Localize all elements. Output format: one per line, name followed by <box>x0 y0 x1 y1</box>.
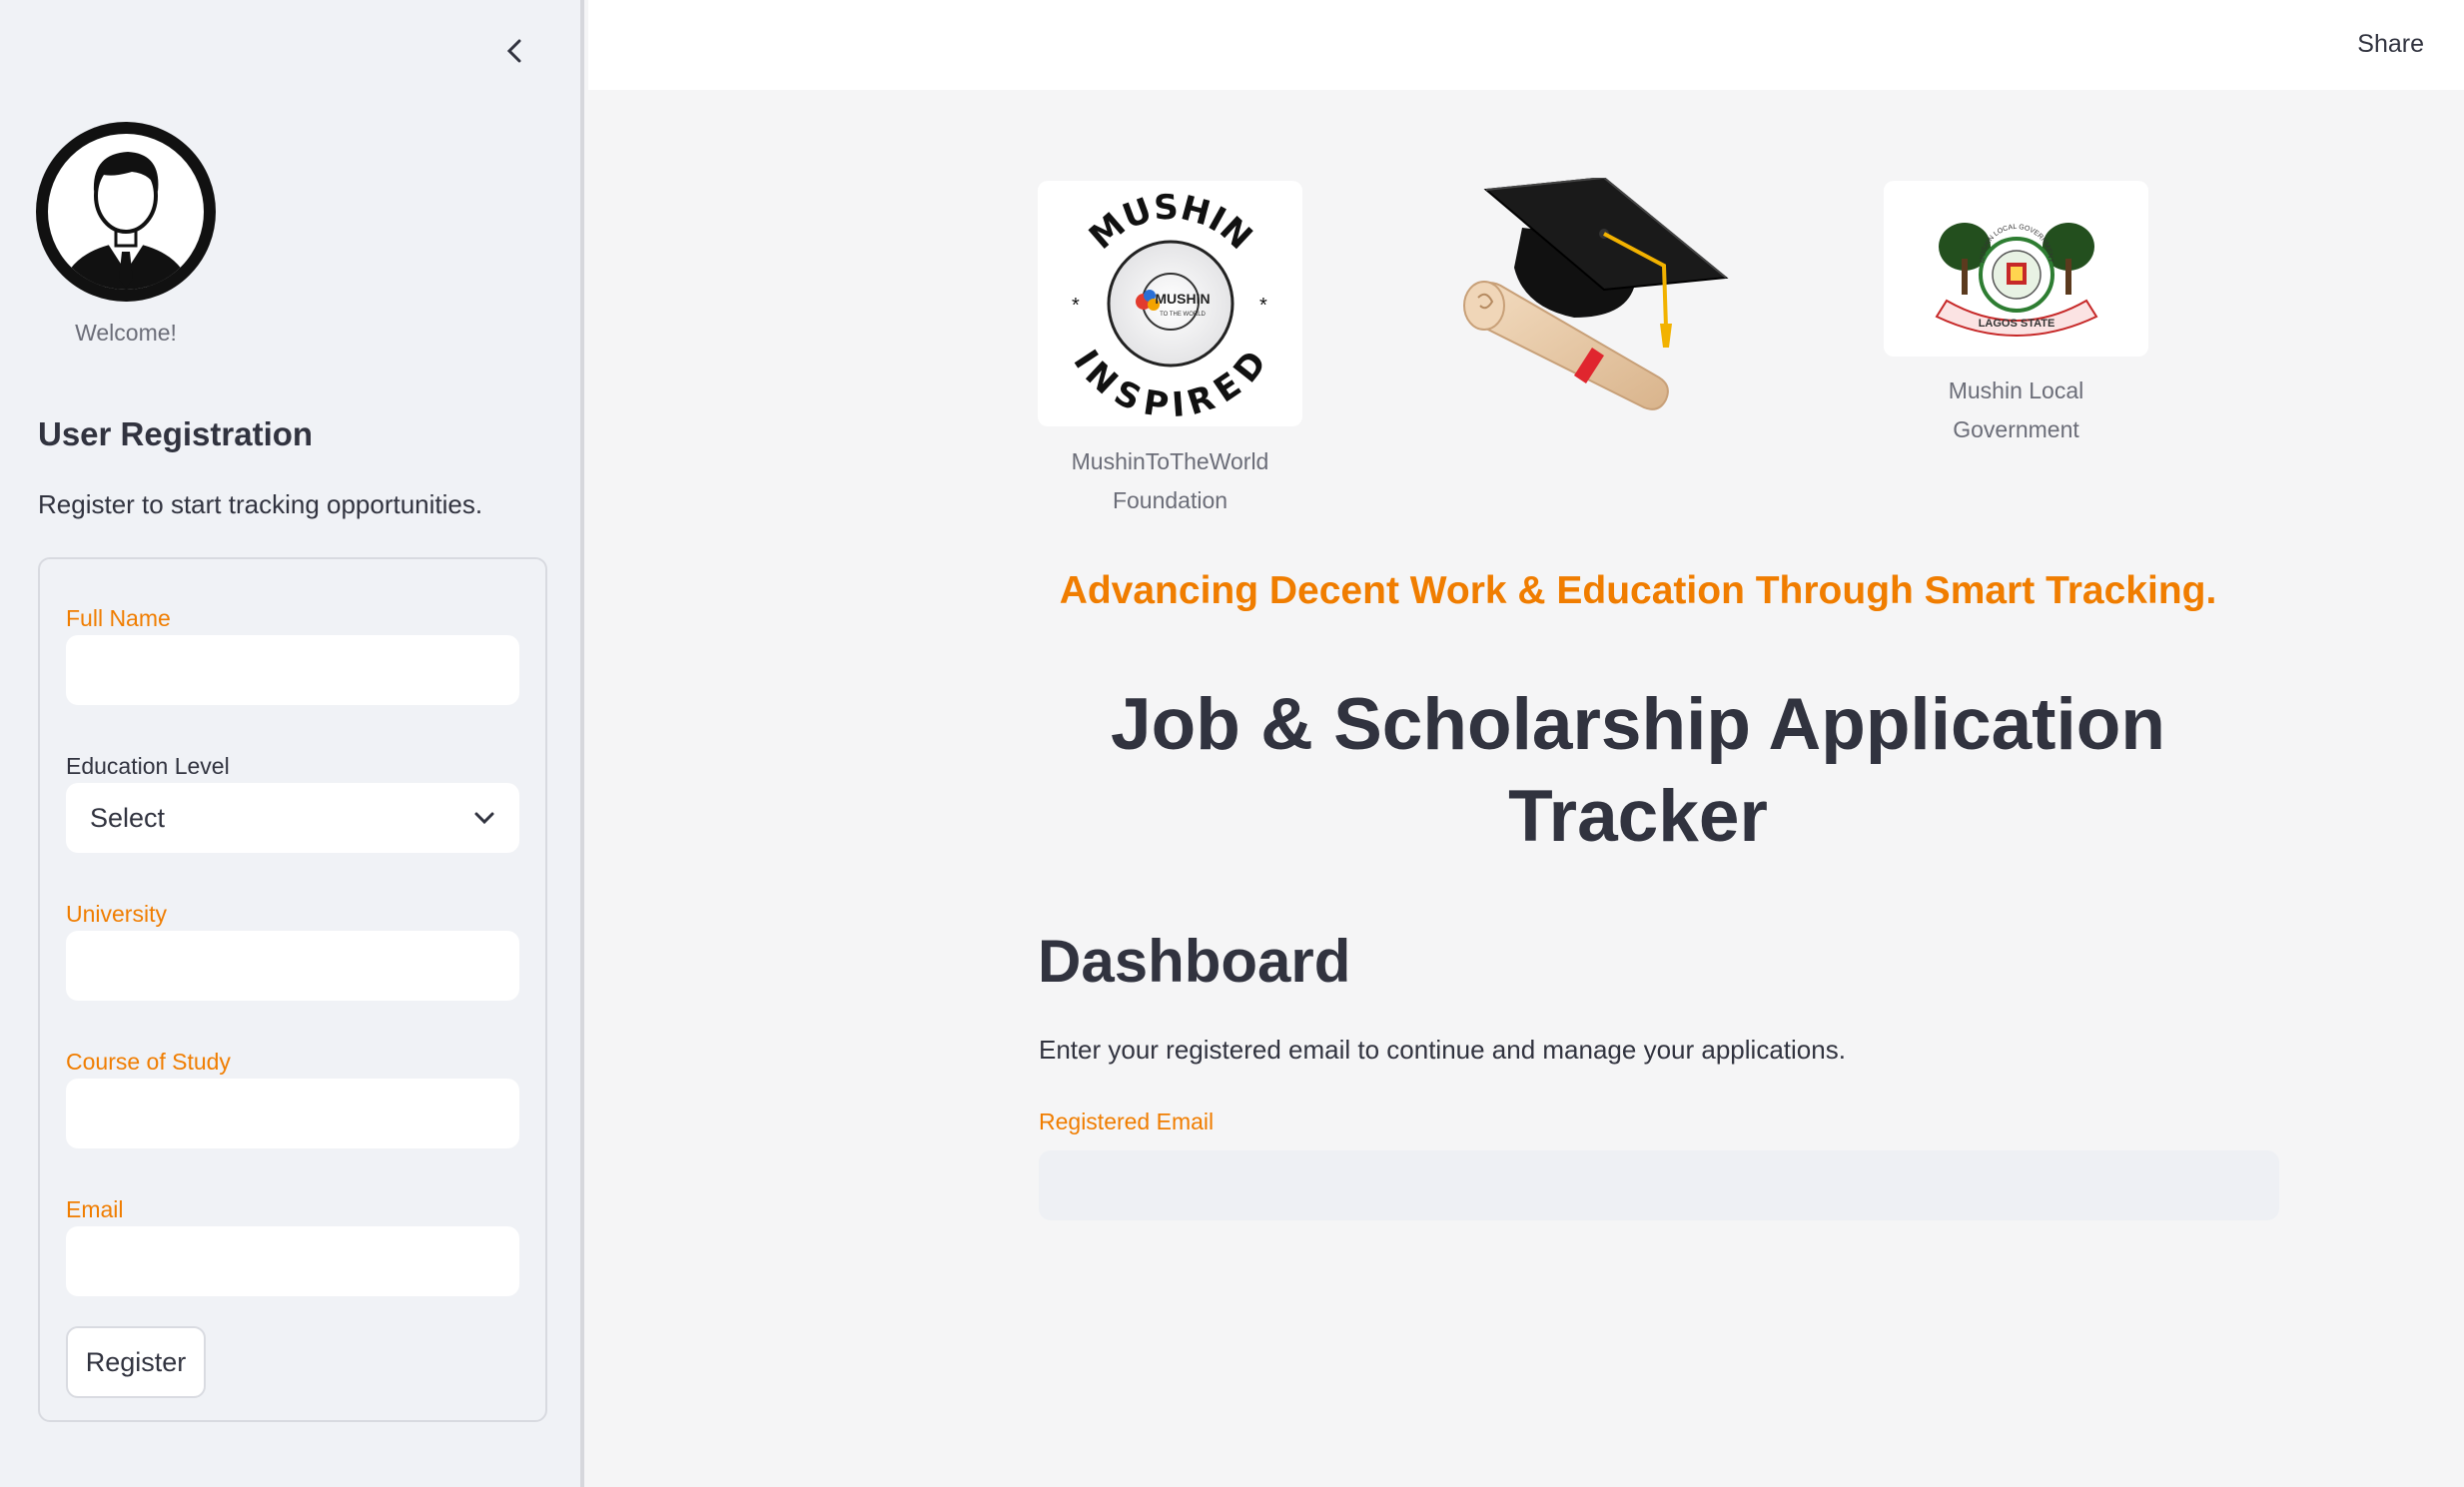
tagline: Advancing Decent Work & Education Throug… <box>1059 569 2217 612</box>
registered-email-input[interactable] <box>1039 1150 2279 1220</box>
full-name-label: Full Name <box>66 605 171 631</box>
education-level-label: Education Level <box>66 753 230 779</box>
svg-text:*: * <box>1259 295 1267 317</box>
registration-subtitle: Register to start tracking opportunities… <box>38 489 483 519</box>
avatar-icon <box>36 122 216 302</box>
dashboard-description: Enter your registered email to continue … <box>1039 1035 1846 1065</box>
full-name-input[interactable] <box>66 635 519 705</box>
graduation-cap-image <box>1454 176 1734 413</box>
university-label: University <box>66 901 167 927</box>
svg-text:*: * <box>1072 295 1080 317</box>
email-input[interactable] <box>66 1226 519 1296</box>
chevron-down-icon <box>474 812 494 825</box>
collapse-sidebar-button[interactable] <box>497 34 531 68</box>
course-of-study-label: Course of Study <box>66 1049 231 1075</box>
graduation-cap-icon <box>1463 176 1729 410</box>
sidebar: Welcome! User Registration Register to s… <box>0 0 584 1487</box>
register-button[interactable]: Register <box>66 1326 206 1398</box>
course-of-study-input[interactable] <box>66 1079 519 1148</box>
mushin-local-government-logo: MUSHIN LOCAL GOVERNMENT LAGOS STATE <box>1884 181 2148 357</box>
page-title: Job & Scholarship Application Tracker <box>1111 684 2165 857</box>
svg-text:LAGOS STATE: LAGOS STATE <box>1978 318 2054 330</box>
foundation-caption: MushinToTheWorld Foundation <box>1071 448 1269 513</box>
email-label: Email <box>66 1196 124 1222</box>
university-input[interactable] <box>66 931 519 1001</box>
mushin-inspired-logo: MUSHIN INSPIRED * * MUSHIN TO THE WORLD <box>1038 181 1302 426</box>
dashboard-heading: Dashboard <box>1038 928 1351 995</box>
top-header: Share <box>588 0 2464 90</box>
svg-text:TO THE WORLD: TO THE WORLD <box>1160 312 1206 318</box>
svg-text:MUSHIN: MUSHIN <box>1155 291 1210 307</box>
share-button[interactable]: Share <box>2357 30 2424 59</box>
education-level-select[interactable]: Select <box>66 783 519 853</box>
registered-email-label: Registered Email <box>1039 1109 1215 1134</box>
mushin-inspired-emblem: MUSHIN INSPIRED * * MUSHIN TO THE WORLD <box>1065 188 1274 423</box>
education-level-value: Select <box>90 802 166 833</box>
local-government-caption: Mushin Local Government <box>1948 377 2084 442</box>
chevron-left-icon <box>506 39 521 63</box>
government-seal-icon: MUSHIN LOCAL GOVERNMENT LAGOS STATE <box>1935 223 2097 337</box>
welcome-text: Welcome! <box>75 320 177 346</box>
registration-title: User Registration <box>38 415 314 452</box>
registration-form: Full Name Education Level Select Univers… <box>38 557 547 1422</box>
